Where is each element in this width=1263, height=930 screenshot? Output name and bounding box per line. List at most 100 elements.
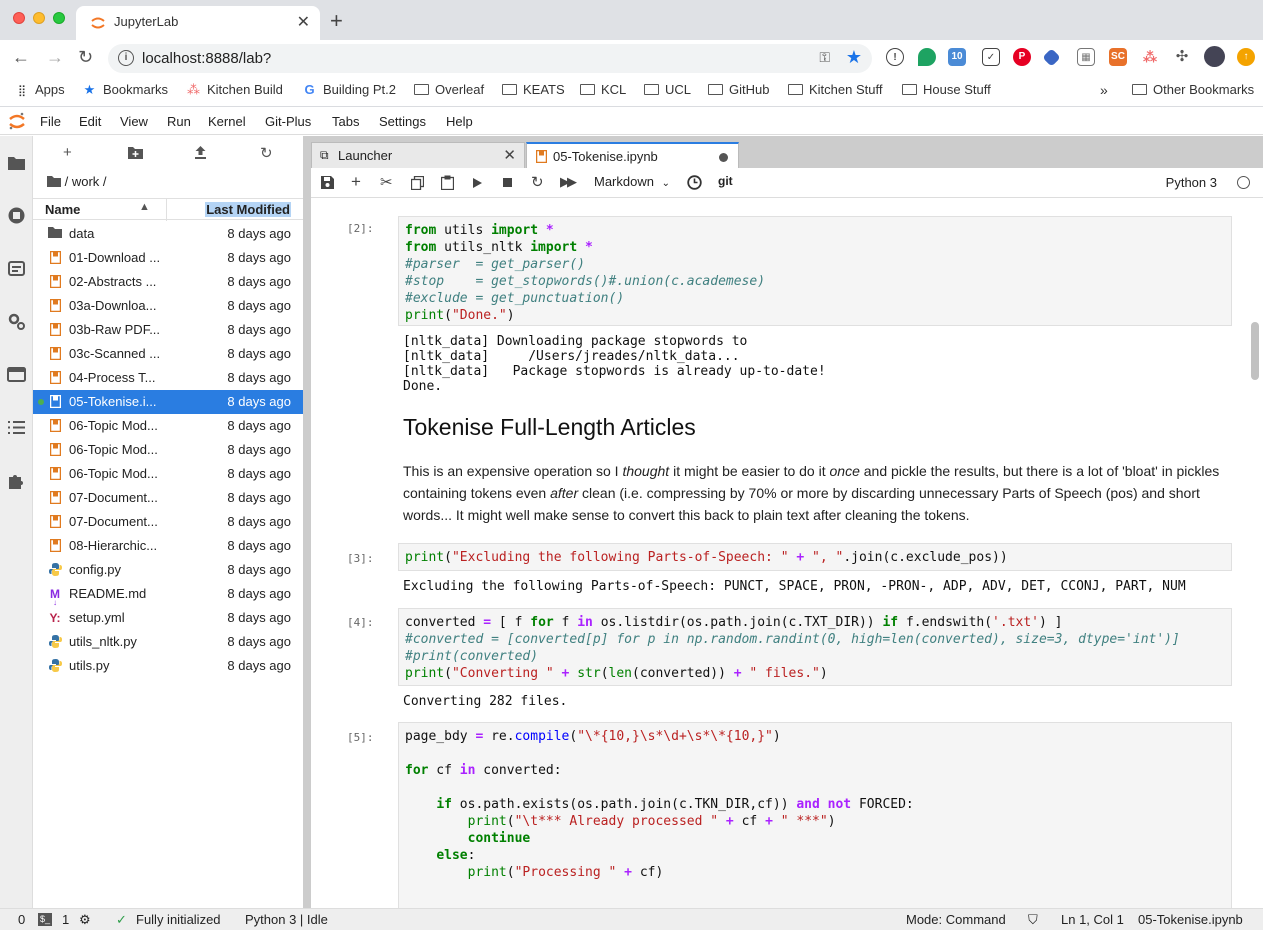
table-of-contents-icon[interactable] <box>7 418 26 437</box>
code-cell-5[interactable]: page_bdy = re.compile("\*{10,}\s*\d+\s*\… <box>398 722 1232 908</box>
kernel-name[interactable]: Python 3 <box>1166 175 1217 190</box>
tab-notebook[interactable]: 05-Tokenise.ipynb <box>526 142 739 169</box>
file-row[interactable]: 01-Download ... 8 days ago <box>33 246 303 270</box>
window-close-button[interactable] <box>13 12 25 24</box>
new-folder-icon[interactable] <box>128 146 143 159</box>
file-row[interactable]: 07-Document... 8 days ago <box>33 510 303 534</box>
settings-gear-icon[interactable] <box>7 312 26 331</box>
status-mode[interactable]: Mode: Command <box>906 912 1006 927</box>
cut-icon[interactable]: ✂ <box>380 173 393 191</box>
status-count[interactable]: 0 <box>18 912 25 927</box>
menu-help[interactable]: Help <box>446 114 473 129</box>
bookmark-keats[interactable]: KEATS <box>502 82 565 97</box>
menu-tabs[interactable]: Tabs <box>332 114 359 129</box>
file-row[interactable]: utils.py 8 days ago <box>33 654 303 678</box>
menu-edit[interactable]: Edit <box>79 114 101 129</box>
file-row[interactable]: 05-Tokenise.i... 8 days ago <box>33 390 303 414</box>
restart-icon[interactable]: ↻ <box>531 173 544 191</box>
new-tab-icon[interactable]: + <box>330 8 343 34</box>
bookmark-kitchen-stuff[interactable]: Kitchen Stuff <box>788 82 882 97</box>
key-icon[interactable]: ⚿ <box>819 49 830 66</box>
close-icon[interactable]: ✕ <box>297 12 310 32</box>
cpu-chip-icon[interactable]: ⚙ <box>79 912 91 928</box>
site-info-icon[interactable]: i <box>118 50 134 66</box>
bookmark-star-icon[interactable]: ★ <box>846 47 862 68</box>
status-position[interactable]: Ln 1, Col 1 <box>1061 912 1124 927</box>
bookmark-ucl[interactable]: UCL <box>644 82 691 97</box>
update-icon[interactable]: ↑ <box>1237 48 1255 66</box>
notebook-content[interactable]: [2]: from utils import * from utils_nltk… <box>311 198 1263 908</box>
column-name-header[interactable]: Name <box>45 202 80 217</box>
unsaved-dot-icon[interactable] <box>719 153 728 162</box>
code-cell-3[interactable]: print("Excluding the following Parts-of-… <box>398 543 1232 571</box>
bookmark-house-stuff[interactable]: House Stuff <box>902 82 991 97</box>
upload-icon[interactable] <box>194 146 207 159</box>
menu-view[interactable]: View <box>120 114 148 129</box>
browser-tab-jupyterlab[interactable]: JupyterLab ✕ <box>76 6 320 40</box>
extension-info-icon[interactable]: ! <box>886 48 904 66</box>
panel-splitter[interactable] <box>303 136 311 908</box>
run-icon[interactable] <box>473 178 482 188</box>
file-row[interactable]: 07-Document... 8 days ago <box>33 486 303 510</box>
breadcrumb[interactable]: / work / <box>47 174 107 189</box>
extensions-puzzle-icon[interactable] <box>7 471 26 490</box>
fast-forward-icon[interactable]: ▶▶ <box>560 174 577 190</box>
file-row[interactable]: Y: setup.yml 8 days ago <box>33 606 303 630</box>
forward-icon[interactable]: → <box>46 47 64 68</box>
status-init[interactable]: Fully initialized <box>136 912 221 927</box>
insert-cell-icon[interactable]: + <box>351 172 361 192</box>
save-icon[interactable] <box>321 176 334 189</box>
file-row[interactable]: 06-Topic Mod... 8 days ago <box>33 414 303 438</box>
open-tabs-icon[interactable] <box>7 365 26 384</box>
bookmark-building-pt2[interactable]: G Building Pt.2 <box>302 82 396 97</box>
menu-file[interactable]: File <box>40 114 61 129</box>
back-icon[interactable]: ← <box>12 47 30 68</box>
file-row[interactable]: 06-Topic Mod... 8 days ago <box>33 462 303 486</box>
file-row[interactable]: 06-Topic Mod... 8 days ago <box>33 438 303 462</box>
cell-type-select[interactable]: Markdown ⌄ <box>594 174 670 189</box>
code-cell-4[interactable]: converted = [ f for f in os.listdir(os.p… <box>398 608 1232 686</box>
extension-puzzle-grid-icon[interactable]: ▦ <box>1077 48 1095 66</box>
paste-icon[interactable] <box>441 175 454 190</box>
extension-sc-icon[interactable]: SC <box>1109 48 1127 66</box>
new-launcher-icon[interactable]: + <box>63 144 72 161</box>
file-row[interactable]: 03b-Raw PDF... 8 days ago <box>33 318 303 342</box>
menu-git-plus[interactable]: Git-Plus <box>265 114 311 129</box>
column-divider[interactable] <box>166 199 167 221</box>
window-minimize-button[interactable] <box>33 12 45 24</box>
extension-chat-icon[interactable] <box>918 48 936 66</box>
pocket-icon[interactable]: ✓ <box>982 48 1000 66</box>
running-kernels-icon[interactable] <box>7 206 26 225</box>
status-kernel[interactable]: Python 3 | Idle <box>245 912 328 927</box>
bookmark-apps[interactable]: ⣿ Apps <box>14 82 65 97</box>
status-filename[interactable]: 05-Tokenise.ipynb <box>1138 912 1243 927</box>
menu-kernel[interactable]: Kernel <box>208 114 246 129</box>
bookmark-github[interactable]: GitHub <box>708 82 769 97</box>
url-text[interactable]: localhost:8888/lab? <box>142 50 271 67</box>
profile-avatar[interactable] <box>1204 46 1225 67</box>
bookmarks-overflow-icon[interactable]: » <box>1100 82 1108 98</box>
file-row[interactable]: 02-Abstracts ... 8 days ago <box>33 270 303 294</box>
code-cell-2[interactable]: from utils import * from utils_nltk impo… <box>398 216 1232 326</box>
bookmark-bookmarks[interactable]: ★ Bookmarks <box>82 82 168 98</box>
clock-icon[interactable] <box>687 175 702 190</box>
reload-icon[interactable]: ↻ <box>78 47 93 68</box>
pinterest-icon[interactable]: P <box>1013 48 1031 66</box>
bookmark-kitchen-build[interactable]: ⁂ Kitchen Build <box>186 82 283 98</box>
asana-icon[interactable]: ⁂ <box>1141 48 1159 66</box>
window-maximize-button[interactable] <box>53 12 65 24</box>
file-row[interactable]: utils_nltk.py 8 days ago <box>33 630 303 654</box>
extensions-puzzle-icon[interactable]: ✣ <box>1173 48 1191 66</box>
column-modified-header[interactable]: Last Modified <box>205 202 291 217</box>
url-omnibox[interactable]: i localhost:8888/lab? ⚿ ★ <box>108 44 872 73</box>
git-button[interactable]: git <box>718 174 733 188</box>
menu-settings[interactable]: Settings <box>379 114 426 129</box>
file-row[interactable]: 03a-Downloa... 8 days ago <box>33 294 303 318</box>
bookmark-other-bookmarks[interactable]: Other Bookmarks <box>1132 82 1254 97</box>
tab-launcher[interactable]: ⧉ Launcher ✕ <box>311 142 525 168</box>
file-row[interactable]: 08-Hierarchic... 8 days ago <box>33 534 303 558</box>
file-row[interactable]: config.py 8 days ago <box>33 558 303 582</box>
stop-icon[interactable] <box>503 178 512 187</box>
bookmark-kcl[interactable]: KCL <box>580 82 626 97</box>
close-icon[interactable]: ✕ <box>503 146 516 164</box>
